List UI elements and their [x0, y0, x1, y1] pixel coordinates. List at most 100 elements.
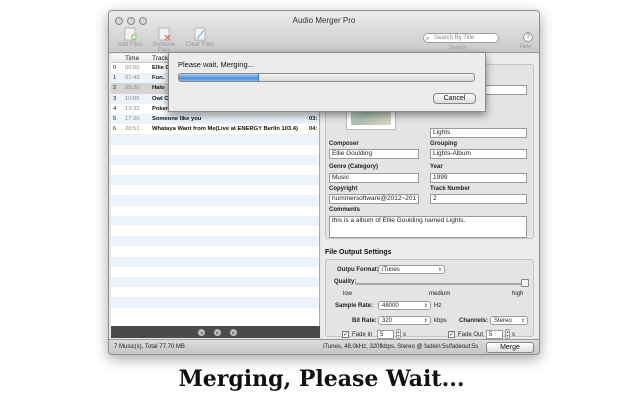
promo-caption: Merging, Please Wait... — [178, 366, 465, 392]
chevron-down-icon: ⇕ — [423, 318, 428, 324]
fade-in-label: Fade In — [352, 332, 373, 338]
merging-progress-sheet: Please wait, Merging... Cancel — [168, 52, 486, 112]
track-number-label: Track Number — [430, 186, 471, 192]
quality-label: Quality: — [334, 279, 357, 285]
empty-row — [111, 185, 319, 195]
clear-files-label: Clear Files — [185, 42, 215, 48]
progress-bar-fill — [179, 74, 259, 81]
track-index: 4 — [113, 105, 117, 112]
remove-files-button[interactable]: Remove Files — [146, 27, 182, 54]
help-button[interactable]: ? — [523, 32, 533, 42]
track-duration: 03: — [309, 115, 318, 122]
summary-text: 7 Music(s), Total 77.70 MB — [114, 344, 185, 350]
track-index: 5 — [113, 115, 117, 122]
track-time: 00:00 — [125, 65, 140, 71]
empty-row — [111, 297, 319, 308]
track-title: Halo — [152, 85, 165, 92]
sample-rate-unit: Hz — [434, 303, 442, 309]
output-settings-title: File Output Settings — [325, 249, 392, 256]
track-time: 17:30 — [125, 115, 140, 122]
fade-in-stepper[interactable]: ▴ ▾ — [396, 329, 401, 339]
track-title: Someone like you — [152, 115, 202, 122]
fade-out-checkbox[interactable]: ✓ — [448, 331, 455, 338]
progress-bar — [178, 73, 475, 82]
empty-row — [111, 165, 319, 175]
merge-button[interactable]: Merge — [486, 342, 534, 353]
progress-message: Please wait, Merging... — [178, 60, 254, 69]
empty-row — [111, 206, 319, 216]
empty-row — [111, 267, 319, 277]
fade-out-field[interactable]: 5 — [486, 330, 503, 339]
play-button[interactable]: ▸ — [214, 329, 221, 336]
time-column-header[interactable]: Time — [125, 55, 139, 62]
empty-row — [111, 134, 319, 145]
empty-row — [111, 175, 319, 186]
add-files-label: Add Files — [117, 42, 143, 48]
bit-rate-label: Bit Rate: — [352, 318, 377, 324]
empty-row — [111, 276, 319, 288]
track-title: Whataya Want from Me(Live at ENERGY Berl… — [152, 126, 298, 133]
grouping-label: Grouping — [430, 141, 457, 147]
comments-field[interactable]: this is a album of Ellie Goulding named … — [329, 216, 527, 238]
track-time: 05:20 — [125, 85, 140, 92]
clear-files-button[interactable]: Clear Files — [182, 27, 218, 48]
sample-rate-value: 48000 — [382, 303, 399, 309]
copyright-field[interactable]: hummersoftware@2012~201 — [329, 194, 419, 204]
artist-field[interactable]: Lights — [430, 128, 527, 138]
clear-files-icon — [194, 27, 206, 41]
channels-select[interactable]: Stereo ⇕ — [490, 316, 528, 325]
track-index: 6 — [113, 126, 117, 133]
status-bar: 7 Music(s), Total 77.70 MB iTunes, 48.0k… — [109, 339, 539, 354]
fade-in-field[interactable]: 5 — [377, 330, 394, 339]
track-number-field[interactable]: 2 — [430, 194, 527, 204]
track-row[interactable]: 5 17:30 Someone like you 03: — [111, 113, 319, 125]
quality-medium-label: medium — [429, 291, 451, 297]
player-bar: ◂ ▸ ▸ — [111, 326, 320, 338]
track-index: 0 — [113, 65, 117, 71]
previous-track-button[interactable]: ◂ — [198, 329, 205, 336]
composer-field[interactable]: Ellie Goulding — [329, 149, 419, 159]
sample-rate-select[interactable]: 48000 ⇕ — [378, 301, 431, 310]
track-row[interactable]: 6 20:51 Whataya Want from Me(Live at ENERG… — [111, 124, 319, 134]
title-bar: Audio Merger Pro Add Files Remove Files … — [109, 11, 539, 54]
composer-label: Composer — [329, 141, 359, 147]
window-title: Audio Merger Pro — [292, 16, 356, 25]
sample-rate-label: Sample Rate: — [335, 303, 374, 309]
search-label: Search — [449, 45, 467, 51]
cancel-button[interactable]: Cancel — [433, 93, 476, 104]
format-select[interactable]: iTunes ⇕ — [378, 265, 445, 274]
chevron-down-icon: ⇕ — [423, 303, 428, 309]
bit-rate-value: 320 — [382, 318, 393, 324]
bit-rate-unit: kbps — [434, 318, 447, 324]
empty-row — [111, 287, 319, 297]
empty-row — [111, 226, 319, 236]
empty-row — [111, 256, 319, 267]
quality-slider-thumb[interactable] — [521, 279, 529, 287]
format-value: iTunes — [382, 267, 400, 273]
search-input[interactable]: ⌕ Search By Title — [423, 33, 499, 43]
help-label: Help — [520, 44, 532, 50]
fade-in-checkbox[interactable]: ✓ — [342, 331, 349, 338]
comments-label: Comments — [329, 207, 361, 213]
fade-out-unit: s — [512, 332, 515, 338]
add-files-button[interactable]: Add Files — [112, 27, 148, 48]
empty-row — [111, 246, 319, 256]
track-index: 1 — [113, 75, 117, 82]
track-time: 10:05 — [125, 95, 140, 102]
chevron-down-icon: ⇕ — [520, 318, 525, 324]
bit-rate-select[interactable]: 320 ⇕ — [378, 316, 431, 325]
quality-high-label: high — [512, 291, 524, 297]
quality-slider-track — [355, 283, 525, 285]
year-field[interactable]: 1999 — [430, 173, 527, 183]
output-info-text: iTunes, 48.0kHz, 320fkbps, Stereo @ fade… — [323, 344, 479, 350]
fade-out-stepper[interactable]: ▴ ▾ — [505, 329, 510, 339]
track-column-header[interactable]: Track — [152, 55, 168, 62]
quality-slider[interactable] — [355, 279, 529, 289]
next-track-button[interactable]: ▸ — [230, 329, 237, 336]
empty-row — [111, 215, 319, 226]
remove-files-icon — [158, 27, 171, 41]
copyright-label: Copyright — [329, 186, 358, 192]
empty-row — [111, 236, 319, 247]
genre-field[interactable]: Music — [329, 173, 419, 183]
grouping-field[interactable]: Lights-Album — [430, 149, 527, 159]
